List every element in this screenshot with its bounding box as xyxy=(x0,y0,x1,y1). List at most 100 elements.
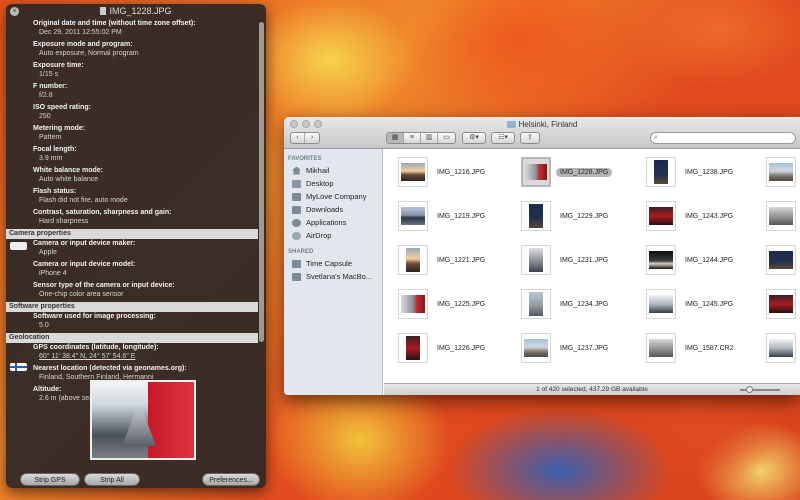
desktop-icon xyxy=(292,179,301,188)
apple-logo-icon xyxy=(10,242,27,250)
field-label: Flash status: xyxy=(33,188,77,195)
field-label: ISO speed rating: xyxy=(33,104,91,111)
sidebar-header-shared: SHARED xyxy=(288,249,314,255)
coverflow-view-icon[interactable]: ▭ xyxy=(438,133,455,143)
finder-titlebar: Helsinki, Finland ‹ › ▦ ≡ ▥ ▭ ⚙▾ ☷▾ ⇪ ⌕ xyxy=(284,117,800,149)
gps-coordinates-link[interactable]: 60° 11' 38.4" N, 24° 57' 54.6" E xyxy=(33,352,258,361)
time-capsule-icon xyxy=(292,259,301,268)
image-thumbnail xyxy=(521,157,551,187)
field-white-balance: White balance mode: Auto white balance xyxy=(6,166,258,184)
metadata-inspector-panel: × IMG_1228.JPG Original date and time (w… xyxy=(6,4,266,488)
image-thumbnail xyxy=(521,289,551,319)
finder-window: Helsinki, Finland ‹ › ▦ ≡ ▥ ▭ ⚙▾ ☷▾ ⇪ ⌕ … xyxy=(284,117,800,395)
camera-group: Camera or input device maker: Apple Camer… xyxy=(6,239,258,299)
field-date: Original date and time (without time zon… xyxy=(6,19,258,37)
field-value: One-chip color area sensor xyxy=(39,291,124,298)
file-name: IMG_1225.JPG xyxy=(437,301,486,308)
sidebar-item-label: Time Capsule xyxy=(306,259,352,268)
file-name: IMG_1243.JPG xyxy=(685,213,734,220)
field-value: Apple xyxy=(39,249,57,256)
gear-icon[interactable]: ⚙▾ xyxy=(463,133,485,143)
field-gps: GPS coordinates (latitude, longitude): 60… xyxy=(6,343,258,361)
window-title: Helsinki, Finland xyxy=(284,120,800,129)
sidebar-item-label: Downloads xyxy=(306,205,344,214)
image-thumbnail xyxy=(766,333,796,363)
back-arrow-icon[interactable]: ‹ xyxy=(291,133,305,143)
strip-gps-button[interactable]: Strip GPS xyxy=(20,473,80,486)
file-name: IMG_1237.JPG xyxy=(560,345,609,352)
sidebar-item-applications[interactable]: Applications xyxy=(284,216,382,229)
airdrop-icon xyxy=(292,231,301,240)
field-value: f/2.8 xyxy=(39,92,53,99)
search-input[interactable]: ⌕ xyxy=(650,132,796,144)
inspector-titlebar: × IMG_1228.JPG xyxy=(6,4,266,19)
folder-icon xyxy=(292,192,301,201)
image-thumbnail xyxy=(646,333,676,363)
field-value: 250 xyxy=(39,113,51,120)
column-view-icon[interactable]: ▥ xyxy=(421,133,438,143)
image-thumbnail xyxy=(766,289,796,319)
sidebar-item-label: AirDrop xyxy=(306,231,332,240)
section-software-properties: Software properties xyxy=(6,302,258,312)
sidebar-item-downloads[interactable]: Downloads xyxy=(284,203,382,216)
field-label: Contrast, saturation, sharpness and gain… xyxy=(33,209,172,216)
sidebar-item-mikhail[interactable]: Mikhail xyxy=(284,164,382,177)
strip-all-button[interactable]: Strip All xyxy=(84,473,140,486)
field-camera-maker: Camera or input device maker: Apple xyxy=(6,239,258,257)
list-view-icon[interactable]: ≡ xyxy=(404,133,421,143)
share-icon[interactable]: ⇪ xyxy=(521,133,539,143)
sidebar-item-svetlana-macbook[interactable]: Svetlana's MacBo... xyxy=(284,270,382,283)
image-thumbnail xyxy=(646,245,676,275)
field-label: Camera or input device maker: xyxy=(33,240,136,247)
sidebar-item-label: Applications xyxy=(306,218,347,227)
finder-sidebar: FAVORITES Mikhail Desktop MyLove Company… xyxy=(284,149,383,395)
field-label: F number: xyxy=(33,83,68,90)
icon-size-slider[interactable] xyxy=(740,386,780,393)
field-value: 1/15 s xyxy=(39,71,59,78)
arrange-icon[interactable]: ☷▾ xyxy=(492,133,514,143)
preferences-button[interactable]: Preferences... xyxy=(202,473,260,486)
inspector-title: IMG_1228.JPG xyxy=(109,6,172,16)
field-label: Exposure mode and program: xyxy=(33,41,133,48)
field-iso: ISO speed rating: 250 xyxy=(6,103,258,121)
field-label: Sensor type of the camera or input devic… xyxy=(33,282,175,289)
image-thumbnail xyxy=(521,201,551,231)
search-icon: ⌕ xyxy=(654,134,658,141)
file-name: IMG_1219.JPG xyxy=(437,213,486,220)
sidebar-item-mylove-company[interactable]: MyLove Company xyxy=(284,190,382,203)
image-thumbnail xyxy=(521,333,551,363)
image-thumbnail xyxy=(646,201,676,231)
field-label: Software used for image processing: xyxy=(33,313,156,320)
icon-view-icon[interactable]: ▦ xyxy=(387,133,404,143)
image-thumbnail xyxy=(398,201,428,231)
field-software: Software used for image processing: 5.0 xyxy=(6,312,258,330)
sidebar-item-desktop[interactable]: Desktop xyxy=(284,177,382,190)
field-value: Pattern xyxy=(39,134,62,141)
file-name: IMG_1238.JPG xyxy=(685,169,734,176)
sidebar-item-airdrop[interactable]: AirDrop xyxy=(284,229,382,242)
field-value: 5.0 xyxy=(39,322,49,329)
image-thumbnail xyxy=(646,289,676,319)
image-thumbnail xyxy=(521,245,551,275)
field-exposure-mode: Exposure mode and program: Auto exposure,… xyxy=(6,40,258,58)
field-label: Focal length: xyxy=(33,146,77,153)
sidebar-item-label: Svetlana's MacBo... xyxy=(306,272,373,281)
status-bar: 1 of 420 selected, 437.29 GB available xyxy=(384,383,800,395)
folder-icon xyxy=(506,121,516,128)
arrange-menu: ☷▾ xyxy=(491,132,515,144)
inspector-scrollbar[interactable] xyxy=(259,22,264,342)
image-thumbnail xyxy=(398,157,428,187)
view-switcher: ▦ ≡ ▥ ▭ xyxy=(386,132,456,144)
file-icon xyxy=(100,7,107,15)
field-metering: Metering mode: Pattern xyxy=(6,124,258,142)
downloads-icon xyxy=(292,205,301,214)
sidebar-item-time-capsule[interactable]: Time Capsule xyxy=(284,257,382,270)
laptop-icon xyxy=(292,272,301,281)
field-f-number: F number: f/2.8 xyxy=(6,82,258,100)
close-icon[interactable]: × xyxy=(10,7,19,16)
applications-icon xyxy=(292,218,301,227)
slider-knob[interactable] xyxy=(746,386,753,393)
forward-arrow-icon[interactable]: › xyxy=(305,133,319,143)
field-value: 3.9 mm xyxy=(39,155,63,162)
photo-thumbnail xyxy=(90,380,196,460)
